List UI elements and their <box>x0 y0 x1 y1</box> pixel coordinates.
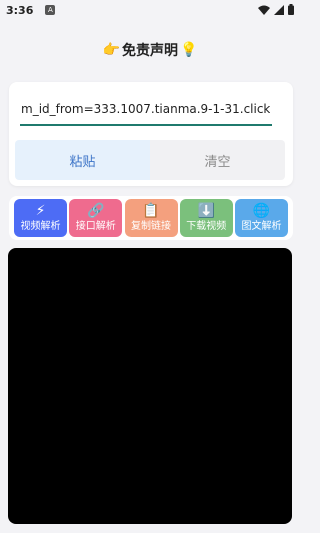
lightbulb-icon: 💡 <box>180 42 198 58</box>
status-time: 3:36 <box>6 3 34 17</box>
signal-icon <box>274 4 284 15</box>
copy-link-button[interactable]: 📋 复制链接 <box>124 199 178 237</box>
download-video-button[interactable]: ⬇️ 下载视频 <box>179 199 233 237</box>
image-text-parse-button[interactable]: 🌐 图文解析 <box>235 199 288 237</box>
pointing-hand-icon: 👉 <box>102 42 120 58</box>
clipboard-icon: 📋 <box>142 203 160 219</box>
paste-button[interactable]: 粘贴 <box>15 140 150 180</box>
tool-label: 下载视频 <box>186 221 227 232</box>
tool-label: 接口解析 <box>75 221 116 232</box>
tool-label: 复制链接 <box>131 221 171 232</box>
app-notification-icon: A <box>45 5 56 15</box>
disclaimer-link[interactable]: 👉 免责声明 💡 <box>0 36 300 64</box>
tool-label: 图文解析 <box>241 221 282 232</box>
clear-button[interactable]: 清空 <box>150 140 285 180</box>
link-icon: 🔗 <box>87 203 105 219</box>
video-player[interactable] <box>8 248 292 524</box>
wifi-icon <box>258 5 270 15</box>
status-bar: 3:36 A <box>0 0 300 20</box>
tool-label: 视频解析 <box>20 221 61 232</box>
page-title: 免责声明 <box>122 43 178 59</box>
download-icon: ⬇️ <box>197 203 215 219</box>
tool-bar: ⚡ 视频解析 🔗 接口解析 📋 复制链接 ⬇️ 下载视频 🌐 图文解析 <box>9 196 293 240</box>
battery-icon <box>288 4 294 15</box>
url-input[interactable] <box>20 96 272 126</box>
api-parse-button[interactable]: 🔗 接口解析 <box>69 199 123 237</box>
status-icons <box>258 4 294 15</box>
video-parse-button[interactable]: ⚡ 视频解析 <box>14 199 67 237</box>
input-actions: 粘贴 清空 <box>15 140 285 180</box>
globe-icon: 🌐 <box>252 203 271 219</box>
lightning-icon: ⚡ <box>35 203 46 219</box>
